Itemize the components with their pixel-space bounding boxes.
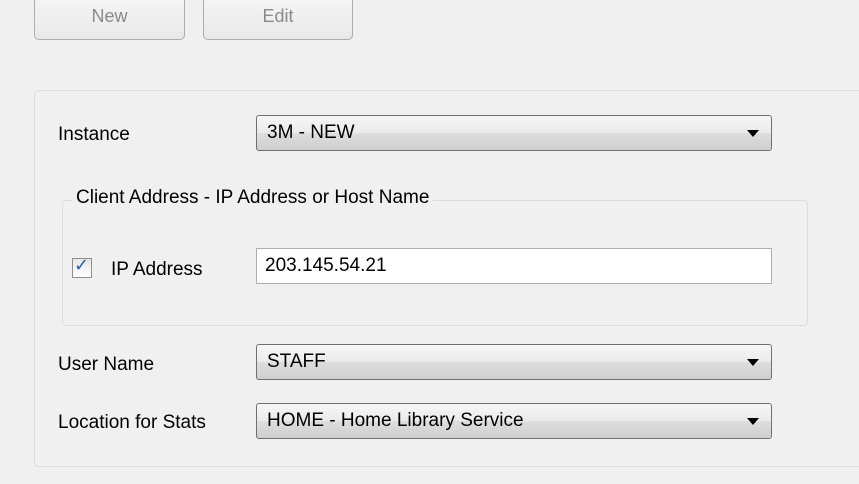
chevron-down-icon bbox=[747, 359, 759, 366]
location-dropdown[interactable]: HOME - Home Library Service bbox=[256, 403, 772, 439]
ip-address-field[interactable] bbox=[256, 248, 772, 284]
instance-dropdown[interactable]: 3M - NEW bbox=[256, 115, 772, 151]
user-name-value: STAFF bbox=[267, 351, 326, 372]
location-label: Location for Stats bbox=[58, 412, 206, 433]
chevron-down-icon bbox=[747, 130, 759, 137]
instance-value: 3M - NEW bbox=[267, 122, 355, 143]
chevron-down-icon bbox=[747, 418, 759, 425]
client-address-group-title: Client Address - IP Address or Host Name bbox=[72, 187, 434, 209]
user-name-label: User Name bbox=[58, 354, 155, 375]
ip-address-checkbox[interactable]: ✓ bbox=[72, 255, 92, 278]
ip-address-input[interactable] bbox=[257, 249, 771, 283]
ip-address-label: IP Address bbox=[111, 259, 203, 280]
instance-label: Instance bbox=[58, 124, 130, 145]
edit-button[interactable]: Edit bbox=[203, 0, 353, 40]
checkmark-icon: ✓ bbox=[74, 255, 90, 276]
user-name-dropdown[interactable]: STAFF bbox=[256, 344, 772, 380]
location-value: HOME - Home Library Service bbox=[267, 410, 524, 431]
new-button[interactable]: New bbox=[34, 0, 185, 40]
